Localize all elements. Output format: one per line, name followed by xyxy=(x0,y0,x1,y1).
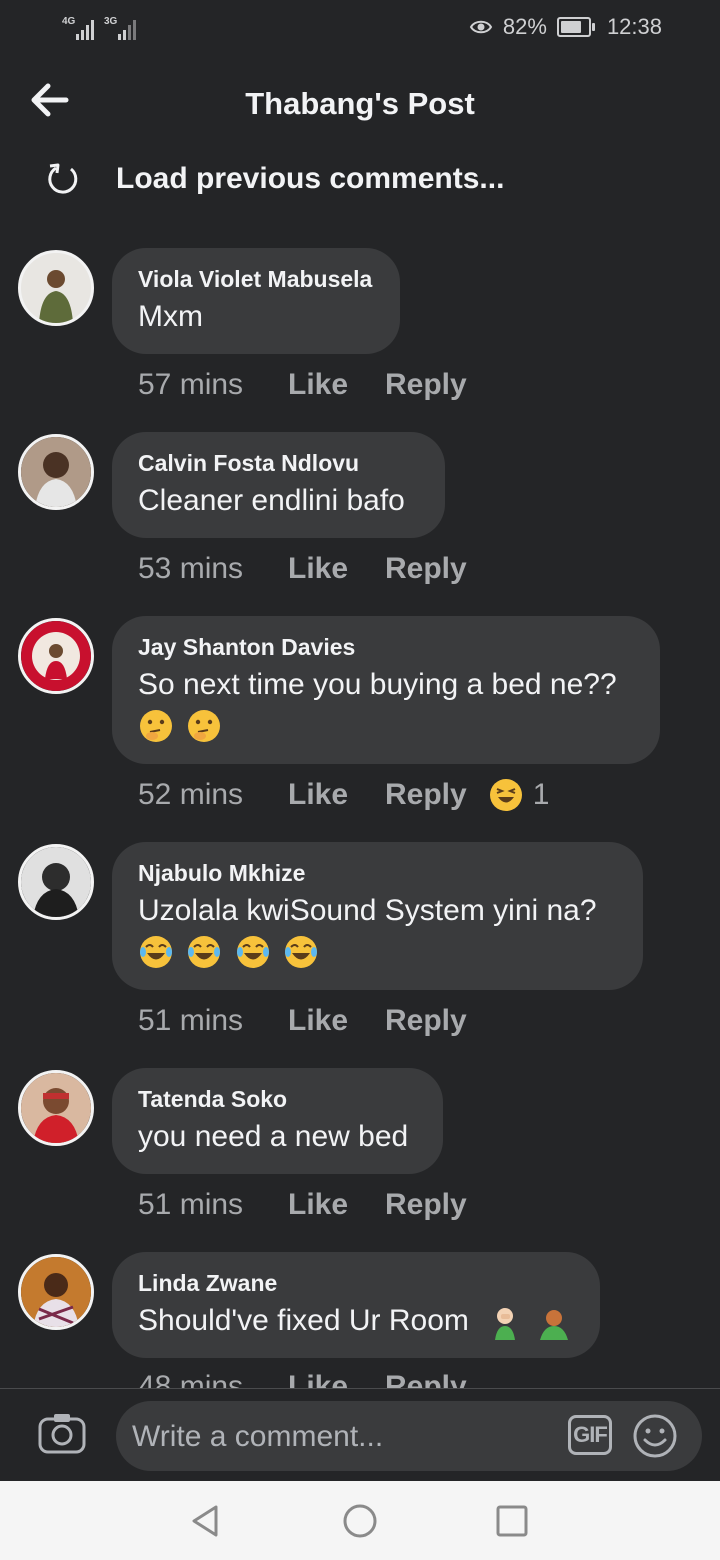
smiley-icon[interactable] xyxy=(632,1413,678,1459)
commenter-name[interactable]: Calvin Fosta Ndlovu xyxy=(138,450,419,477)
comment-text-row: Should've fixed Ur Room xyxy=(138,1301,574,1341)
thinking-face-icon xyxy=(140,710,172,743)
comment-placeholder: Write a comment... xyxy=(132,1420,384,1453)
comment-bubble[interactable]: Linda Zwane Should've fixed Ur Room xyxy=(112,1252,600,1358)
load-previous-comments[interactable]: Load previous comments... xyxy=(46,162,504,196)
commenter-name[interactable]: Tatenda Soko xyxy=(138,1086,417,1113)
avatar[interactable] xyxy=(18,434,94,510)
refresh-icon xyxy=(48,163,78,194)
comment-time: 51 mins xyxy=(138,1004,244,1037)
comment-bubble[interactable]: Tatenda Soko you need a new bed xyxy=(112,1068,443,1174)
comment-bubble[interactable]: Calvin Fosta Ndlovu Cleaner endlini bafo xyxy=(112,432,445,538)
laughing-squint-face-icon xyxy=(489,779,522,811)
comment-time: 53 mins xyxy=(138,552,244,585)
tears-of-joy-icon xyxy=(140,936,172,969)
comment-input[interactable]: Write a comment... GIF xyxy=(116,1401,702,1471)
eye-comfort-icon xyxy=(469,20,493,34)
camera-icon[interactable] xyxy=(38,1411,86,1455)
network-type-2: 3G xyxy=(104,16,118,27)
signal-2-icon: 3G xyxy=(104,14,136,40)
comment-time: 57 mins xyxy=(138,368,244,401)
comment-bubble[interactable]: Jay Shanton Davies So next time you buyi… xyxy=(112,616,660,764)
nav-back-icon[interactable] xyxy=(186,1501,226,1541)
gif-button[interactable]: GIF xyxy=(568,1415,612,1455)
status-bar: 4G 3G 82% 12:38 xyxy=(0,0,720,56)
facepalm-man-icon xyxy=(495,1308,516,1341)
system-nav-bar xyxy=(0,1481,720,1560)
avatar[interactable] xyxy=(18,1254,94,1330)
comment-text: you need a new bed xyxy=(138,1120,409,1153)
comment-bubble[interactable]: Njabulo Mkhize Uzolala kwiSound System y… xyxy=(112,842,643,990)
reaction-summary[interactable]: 1 xyxy=(489,778,550,812)
commenter-name[interactable]: Njabulo Mkhize xyxy=(138,860,617,887)
commenter-name[interactable]: Viola Violet Mabusela xyxy=(138,266,374,293)
commenter-name[interactable]: Linda Zwane xyxy=(138,1270,574,1297)
page-title: Thabang's Post xyxy=(245,86,475,121)
reply-button[interactable]: Reply xyxy=(385,368,467,402)
avatar[interactable] xyxy=(18,250,94,326)
reply-button[interactable]: Reply xyxy=(385,1188,467,1222)
tears-of-joy-icon xyxy=(285,936,318,969)
comment-text: Uzolala kwiSound System yini na? xyxy=(138,894,597,927)
like-button[interactable]: Like xyxy=(288,778,385,812)
reply-button[interactable]: Reply xyxy=(385,778,467,812)
nav-home-icon[interactable] xyxy=(340,1501,380,1541)
reply-button[interactable]: Reply xyxy=(385,1370,467,1388)
avatar[interactable] xyxy=(18,844,94,920)
load-previous-label: Load previous comments... xyxy=(116,162,505,195)
like-button[interactable]: Like xyxy=(288,552,385,586)
comment-text: Should've fixed Ur Room xyxy=(138,1304,469,1337)
reply-button[interactable]: Reply xyxy=(385,552,467,586)
avatar[interactable] xyxy=(18,1070,94,1146)
comment-bubble[interactable]: Viola Violet Mabusela Mxm xyxy=(112,248,400,354)
comment-time: 48 mins xyxy=(138,1370,244,1388)
like-button[interactable]: Like xyxy=(288,1188,385,1222)
comment-text: So next time you buying a bed ne?? xyxy=(138,668,617,701)
battery-icon xyxy=(556,17,595,37)
bowing-person-icon xyxy=(539,1310,568,1341)
nav-recents-icon[interactable] xyxy=(492,1501,532,1541)
comment-composer: Write a comment... GIF xyxy=(0,1388,720,1481)
commenter-name[interactable]: Jay Shanton Davies xyxy=(138,634,634,661)
comment-time: 52 mins xyxy=(138,778,244,811)
reaction-count: 1 xyxy=(532,778,550,811)
network-type-1: 4G xyxy=(62,16,76,27)
like-button[interactable]: Like xyxy=(288,368,385,402)
tears-of-joy-icon xyxy=(188,936,221,969)
comment-text: Mxm xyxy=(138,300,203,333)
avatar[interactable] xyxy=(18,618,94,694)
signal-1-icon: 4G xyxy=(62,14,94,40)
like-button[interactable]: Like xyxy=(288,1004,385,1038)
clock: 12:38 xyxy=(606,14,662,39)
like-button[interactable]: Like xyxy=(288,1370,385,1388)
comment-time: 51 mins xyxy=(138,1188,244,1221)
battery-percent: 82% xyxy=(502,14,547,39)
thinking-face-icon xyxy=(188,710,221,743)
emoji-row xyxy=(138,931,617,971)
emoji-row xyxy=(138,705,634,745)
tears-of-joy-icon xyxy=(236,936,269,969)
reply-button[interactable]: Reply xyxy=(385,1004,467,1038)
comment-text: Cleaner endlini bafo xyxy=(138,484,405,517)
